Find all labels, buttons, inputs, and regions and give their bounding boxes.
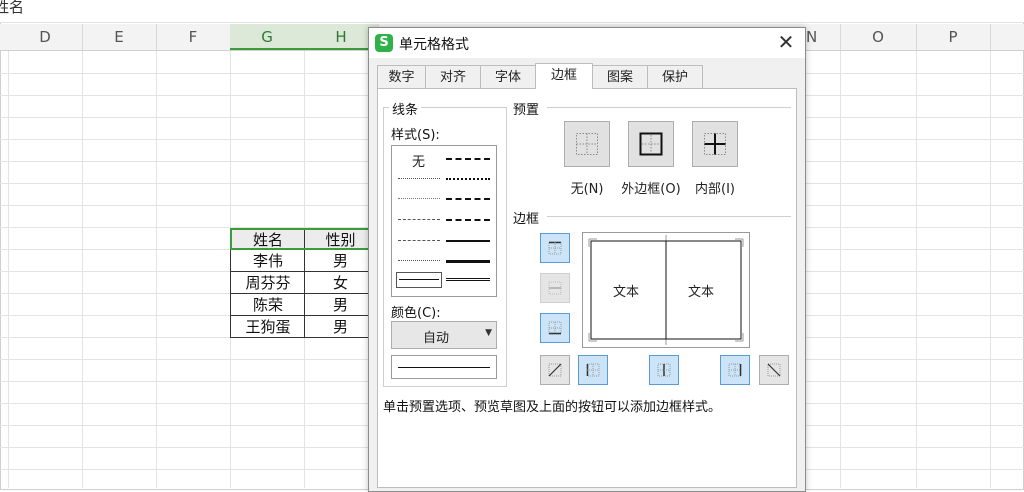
border-preview-sketch	[588, 235, 744, 345]
table-cell-name[interactable]: 王狗蛋	[230, 316, 305, 338]
preset-group-title: 预置	[510, 99, 543, 118]
line-style-option[interactable]	[398, 198, 440, 199]
format-cells-dialog: S 单元格格式 ✕ 数字 对齐 字体 边框 图案 保护 线条 样式(S): 无 …	[368, 27, 806, 492]
preset-none-button[interactable]	[564, 121, 610, 167]
table-cell-gender[interactable]: 女	[304, 272, 376, 294]
tab-alignment[interactable]: 对齐	[425, 65, 481, 88]
wps-app-icon: S	[375, 34, 393, 52]
border-top-button[interactable]	[540, 233, 570, 263]
preview-cell-text-left: 文本	[613, 285, 640, 300]
table-cell-gender[interactable]: 男	[304, 294, 376, 316]
line-style-option[interactable]	[446, 260, 490, 263]
column-header-n[interactable]: N	[806, 24, 841, 50]
color-label: 颜色(C):	[391, 306, 441, 321]
preview-cell-text-right: 文本	[688, 285, 715, 300]
border-bottom-button[interactable]	[540, 313, 570, 343]
line-style-option[interactable]	[398, 178, 440, 179]
border-inside-horizontal-button[interactable]	[540, 273, 570, 303]
border-right-button[interactable]	[720, 355, 750, 385]
line-style-option[interactable]	[398, 260, 440, 261]
column-header-p[interactable]: P	[916, 24, 991, 50]
dropdown-arrow-icon: ▼	[485, 328, 492, 338]
border-inside-horizontal-icon	[548, 281, 562, 295]
line-style-option[interactable]	[446, 278, 490, 281]
table-header-gender[interactable]: 性别	[304, 228, 376, 250]
color-dropdown-value: 自动	[422, 331, 449, 346]
line-style-list[interactable]: 无	[391, 145, 497, 297]
line-style-option[interactable]	[446, 198, 490, 200]
preset-inside-icon	[704, 133, 726, 155]
table-cell-gender[interactable]: 男	[304, 250, 376, 272]
line-style-option[interactable]	[398, 240, 440, 241]
line-style-option[interactable]	[446, 219, 490, 221]
line-style-none[interactable]: 无	[412, 151, 425, 170]
border-right-icon	[728, 363, 742, 377]
line-style-option[interactable]	[446, 240, 490, 242]
table-cell-gender[interactable]: 男	[304, 316, 376, 338]
preset-outline-label[interactable]: 外边框(O)	[617, 178, 685, 197]
border-group-title: 边框	[510, 208, 543, 227]
diagonal-down-icon	[767, 363, 781, 377]
preset-group-divider	[547, 107, 791, 108]
preset-none-icon	[576, 133, 598, 155]
line-style-selected[interactable]	[396, 272, 442, 288]
line-group-title: 线条	[389, 99, 422, 118]
tab-pattern[interactable]: 图案	[592, 65, 648, 88]
preset-inside-label[interactable]: 内部(I)	[687, 178, 743, 197]
border-top-icon	[548, 241, 562, 255]
column-header-o[interactable]: O	[840, 24, 917, 50]
border-left-button[interactable]	[578, 355, 608, 385]
border-inside-vertical-button[interactable]	[649, 355, 679, 385]
close-button[interactable]: ✕	[775, 31, 797, 53]
table-cell-name[interactable]: 陈荣	[230, 294, 305, 316]
table-header-name[interactable]: 姓名	[230, 228, 305, 250]
border-left-icon	[586, 363, 600, 377]
border-diagonal-up-button[interactable]	[540, 355, 570, 385]
border-preview[interactable]: 文本 文本	[582, 232, 750, 348]
column-header-e[interactable]: E	[82, 24, 157, 50]
column-header-g[interactable]: G	[230, 24, 305, 50]
tab-number[interactable]: 数字	[377, 65, 426, 88]
table-cell-name[interactable]: 周芬芬	[230, 272, 305, 294]
line-style-option[interactable]	[398, 219, 440, 220]
preset-outline-icon	[639, 132, 663, 156]
dialog-title: 单元格格式	[399, 37, 469, 53]
diagonal-up-icon	[548, 363, 562, 377]
formula-bar[interactable]: 姓名	[0, 0, 1024, 23]
preset-outline-button[interactable]	[628, 121, 674, 167]
line-color-preview	[391, 355, 497, 379]
line-style-option[interactable]	[446, 158, 490, 160]
tab-font[interactable]: 字体	[480, 65, 536, 88]
column-header-d[interactable]: D	[8, 24, 83, 50]
dialog-titlebar[interactable]: S 单元格格式 ✕	[369, 28, 805, 58]
tab-border[interactable]: 边框	[535, 63, 593, 89]
color-dropdown[interactable]: 自动 ▼	[391, 321, 497, 349]
table-cell-name[interactable]: 李伟	[230, 250, 305, 272]
border-bottom-icon	[548, 321, 562, 335]
line-style-option[interactable]	[446, 178, 490, 180]
column-header-f[interactable]: F	[156, 24, 231, 50]
style-label: 样式(S):	[391, 128, 440, 143]
preset-none-label[interactable]: 无(N)	[559, 178, 615, 197]
border-diagonal-down-button[interactable]	[759, 355, 789, 385]
border-group-divider	[547, 216, 791, 217]
border-inside-vertical-icon	[657, 363, 671, 377]
formula-bar-content: 姓名	[0, 0, 25, 16]
preset-inside-button[interactable]	[692, 121, 738, 167]
hint-text: 单击预置选项、预览草图及上面的按钮可以添加边框样式。	[383, 400, 722, 415]
tab-protection[interactable]: 保护	[647, 65, 703, 88]
